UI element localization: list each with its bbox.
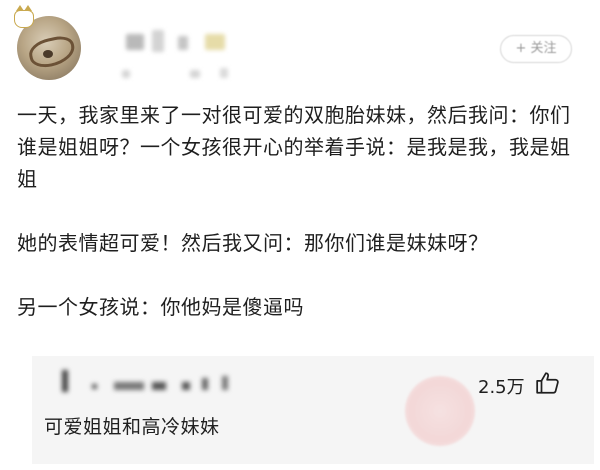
thumbs-up-icon[interactable] <box>535 370 561 396</box>
meta-blur <box>122 70 130 78</box>
commenter-name-blur <box>222 376 228 390</box>
meta-blur <box>190 70 200 78</box>
commenter-name-blur <box>62 370 68 392</box>
follow-button[interactable]: + 关注 <box>500 35 572 63</box>
username-blur <box>152 30 164 52</box>
top-comment[interactable]: 2.5万 可爱姐姐和高冷妹妹 <box>32 356 594 464</box>
username-blur <box>205 34 225 50</box>
username-blur <box>178 36 188 50</box>
commenter-name-blur <box>202 378 208 390</box>
post-body: 一天，我家里来了一对很可爱的双胞胎妹妹，然后我问：你们谁是姐姐呀？一个女孩很开心… <box>17 99 589 323</box>
avatar-dot <box>43 50 53 58</box>
meta-blur <box>220 68 228 78</box>
like-count: 2.5万 <box>478 377 525 398</box>
watermark-stamp <box>405 376 475 446</box>
commenter-name-blur <box>114 382 144 390</box>
username-blur <box>126 34 144 50</box>
commenter-name-blur <box>92 384 97 389</box>
commenter-name-blur <box>182 382 190 390</box>
post-paragraph: 她的表情超可爱！然后我又问：那你们谁是妹妹呀？ <box>17 231 489 255</box>
comment-text: 可爱姐姐和高冷妹妹 <box>44 416 220 438</box>
post-header: + 关注 <box>0 0 600 90</box>
cat-badge-icon <box>14 5 34 28</box>
post-paragraph: 一天，我家里来了一对很可爱的双胞胎妹妹，然后我问：你们谁是姐姐呀？一个女孩很开心… <box>17 103 571 191</box>
commenter-name-blur <box>152 382 166 390</box>
post-paragraph: 另一个女孩说：你他妈是傻逼吗 <box>17 295 304 319</box>
